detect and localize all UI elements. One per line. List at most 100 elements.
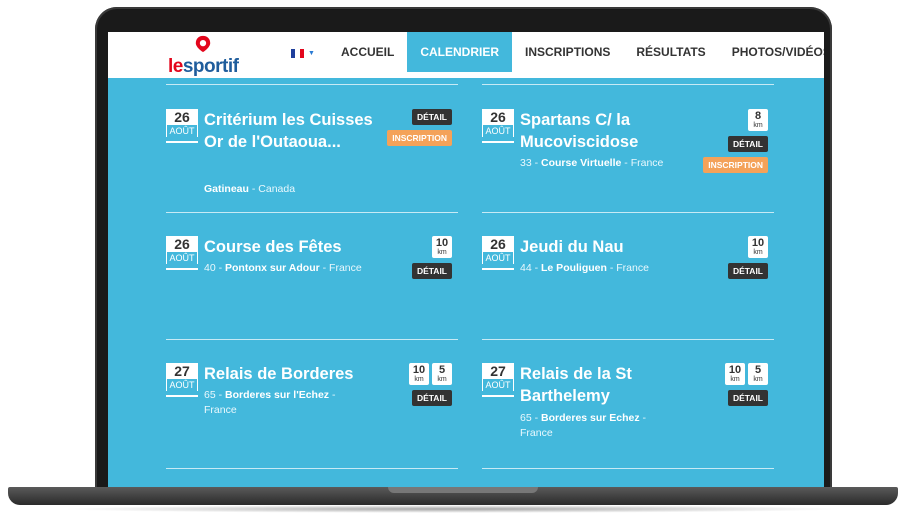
event-day: 26 — [482, 236, 514, 252]
event-badges: 8 km DÉTAIL INSCRIPTION — [703, 109, 768, 173]
date-underline — [166, 141, 198, 143]
event-dept: 40 - — [204, 262, 226, 274]
distance-value: 10 — [412, 364, 426, 376]
distance-badge: 5 km — [432, 363, 452, 385]
event-date: 27 AOÛT — [166, 363, 198, 397]
event-dept: 65 - — [204, 389, 226, 401]
event-day: 26 — [482, 109, 514, 125]
event-badges: DÉTAIL INSCRIPTION — [387, 109, 452, 146]
french-flag-icon — [291, 49, 304, 58]
event-title[interactable]: Spartans C/ la Mucoviscidose — [520, 109, 695, 153]
event-date: 27 AOÛT — [482, 363, 514, 397]
event-title[interactable]: Critérium les Cuisses Or de l'Outaoua... — [204, 109, 394, 153]
distance-badges: 10 km — [748, 236, 768, 258]
lesportif-logo[interactable]: lesportif — [166, 32, 256, 78]
detail-button[interactable]: DÉTAIL — [411, 390, 452, 406]
detail-button[interactable]: DÉTAIL — [411, 109, 452, 125]
divider — [482, 339, 774, 340]
event-month: AOÛT — [166, 125, 198, 137]
distance-badge: 10 km — [748, 236, 768, 258]
event-card[interactable]: 26 AOÛT Course des Fêtes 40 - Pontonx su… — [166, 236, 458, 336]
event-location: Gatineau - Canada — [204, 182, 364, 197]
laptop-base — [8, 487, 898, 505]
distance-unit: km — [753, 249, 763, 256]
distance-badge: 10 km — [432, 236, 452, 258]
laptop-shadow — [60, 505, 846, 513]
divider — [166, 339, 458, 340]
event-title[interactable]: Course des Fêtes — [204, 236, 394, 258]
menu-calendrier[interactable]: CALENDRIER — [407, 32, 513, 72]
distance-badge: 8 km — [748, 109, 768, 131]
event-month: AOÛT — [482, 125, 514, 137]
main-menu: ACCUEIL CALENDRIER INSCRIPTIONS RÉSULTAT… — [328, 32, 824, 72]
logo-text: lesportif — [168, 56, 239, 78]
event-city: Pontonx sur Adour — [225, 262, 320, 274]
distance-unit: km — [753, 122, 763, 129]
logo-sportif: sportif — [182, 56, 239, 77]
distance-badge: 10 km — [725, 363, 745, 385]
event-month: AOÛT — [166, 379, 198, 391]
event-day: 27 — [482, 363, 514, 379]
distance-value: 8 — [754, 110, 762, 122]
event-card[interactable]: 27 AOÛT Relais de la St Barthelemy 65 - … — [482, 363, 774, 463]
divider — [166, 212, 458, 213]
distance-value: 5 — [438, 364, 446, 376]
menu-photos-videos[interactable]: PHOTOS/VIDÉOS — [719, 32, 824, 72]
detail-button[interactable]: DÉTAIL — [727, 263, 768, 279]
date-underline — [166, 395, 198, 397]
event-month: AOÛT — [482, 379, 514, 391]
divider — [482, 212, 774, 213]
event-dept: 33 - — [520, 157, 542, 169]
event-title[interactable]: Relais de Borderes — [204, 363, 379, 385]
distance-badge: 5 km — [748, 363, 768, 385]
event-title[interactable]: Jeudi du Nau — [520, 236, 710, 258]
event-dept: 44 - — [520, 262, 542, 274]
logo-le: le — [168, 56, 183, 77]
detail-button[interactable]: DÉTAIL — [411, 263, 452, 279]
browser-screen: lesportif ▼ ACCUEIL CALENDRIER INSCRIPTI… — [108, 32, 824, 487]
event-badges: 10 km DÉTAIL — [727, 236, 768, 279]
divider — [482, 84, 774, 85]
event-day: 27 — [166, 363, 198, 379]
distance-badge: 10 km — [409, 363, 429, 385]
event-month: AOÛT — [166, 252, 198, 264]
distance-unit: km — [753, 376, 763, 383]
inscription-button[interactable]: INSCRIPTION — [703, 157, 768, 173]
date-underline — [166, 268, 198, 270]
language-selector[interactable]: ▼ — [291, 49, 315, 58]
event-country: - France — [621, 157, 664, 169]
event-card[interactable]: 26 AOÛT Spartans C/ la Mucoviscidose 33 … — [482, 109, 774, 209]
event-city: Course Virtuelle — [541, 157, 622, 169]
inscription-button[interactable]: INSCRIPTION — [387, 130, 452, 146]
event-card[interactable]: 27 AOÛT Relais de Borderes 65 - Borderes… — [166, 363, 458, 463]
event-date: 26 AOÛT — [166, 109, 198, 143]
event-day: 26 — [166, 109, 198, 125]
menu-resultats[interactable]: RÉSULTATS — [623, 32, 718, 72]
event-city: Le Pouliguen — [541, 262, 607, 274]
event-badges: 10 km DÉTAIL — [411, 236, 452, 279]
event-date: 26 AOÛT — [482, 109, 514, 143]
event-location: 65 - Borderes sur Echez - France — [520, 411, 670, 441]
menu-inscriptions[interactable]: INSCRIPTIONS — [512, 32, 623, 72]
menu-accueil[interactable]: ACCUEIL — [328, 32, 407, 72]
date-underline — [482, 268, 514, 270]
location-pin-icon — [195, 35, 211, 53]
distance-value: 5 — [754, 364, 762, 376]
event-card[interactable]: 26 AOÛT Jeudi du Nau 44 - Le Pouliguen -… — [482, 236, 774, 336]
detail-button[interactable]: DÉTAIL — [727, 390, 768, 406]
distance-badges: 10 km 5 km — [725, 363, 768, 385]
event-date: 26 AOÛT — [482, 236, 514, 270]
distance-unit: km — [414, 376, 424, 383]
divider — [166, 468, 458, 469]
event-card[interactable]: 26 AOÛT Critérium les Cuisses Or de l'Ou… — [166, 109, 458, 209]
caret-down-icon: ▼ — [308, 50, 315, 57]
event-country: - France — [606, 262, 649, 274]
event-country: - Canada — [248, 183, 296, 195]
event-badges: 10 km 5 km DÉTAIL — [409, 363, 452, 406]
distance-badges: 10 km — [432, 236, 452, 258]
event-location: 44 - Le Pouliguen - France — [520, 261, 720, 276]
distance-value: 10 — [751, 237, 765, 249]
distance-unit: km — [730, 376, 740, 383]
detail-button[interactable]: DÉTAIL — [727, 136, 768, 152]
event-title[interactable]: Relais de la St Barthelemy — [520, 363, 695, 407]
